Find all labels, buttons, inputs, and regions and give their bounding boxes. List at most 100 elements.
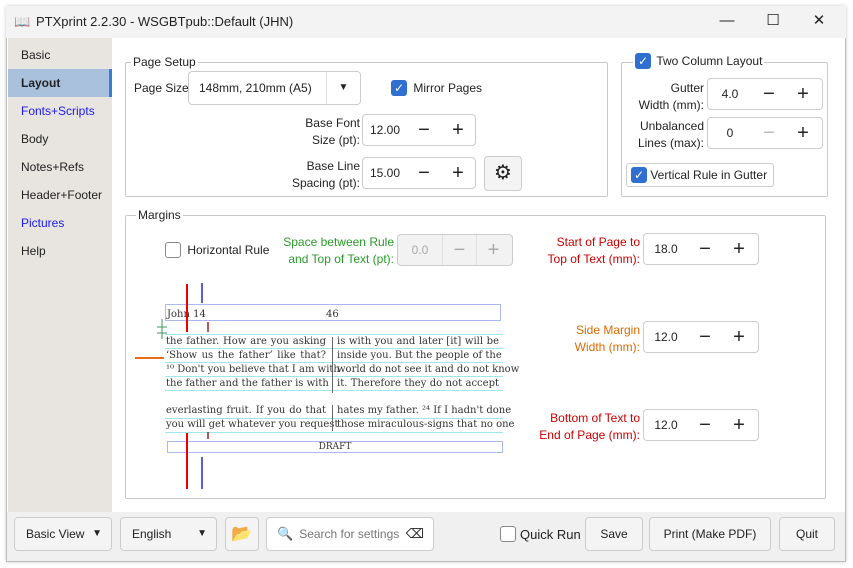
sidebar-item-basic[interactable]: Basic bbox=[8, 41, 112, 69]
print-button[interactable]: Print (Make PDF) bbox=[649, 517, 771, 551]
label-line: Unbalanced bbox=[639, 119, 704, 133]
title-bar: 📖 PTXprint 2.2.30 - WSGBTpub::Default (J… bbox=[6, 6, 846, 38]
page-setup-legend: Page Setup bbox=[131, 55, 198, 69]
label-line: and Top of Text (pt): bbox=[288, 252, 394, 266]
vertical-rule-label: Vertical Rule in Gutter bbox=[650, 168, 768, 182]
sidebar: Basic Layout Fonts+Scripts Body Notes+Re… bbox=[8, 38, 112, 512]
side-margin-label: Side Margin Width (mm): bbox=[520, 322, 640, 356]
search-input[interactable]: 🔍 Search for settings ⌫ bbox=[266, 517, 434, 551]
gutter-width-stepper[interactable]: 4.0 − + bbox=[707, 78, 823, 110]
close-button[interactable]: ✕ bbox=[796, 6, 842, 36]
sidebar-item-fonts-scripts[interactable]: Fonts+Scripts bbox=[8, 97, 112, 125]
gutter-width-value[interactable]: 4.0 bbox=[708, 87, 752, 101]
minus-icon: − bbox=[763, 122, 775, 144]
horizontal-rule-label: Horizontal Rule bbox=[187, 243, 270, 257]
minus-icon: − bbox=[442, 235, 476, 265]
bottom-of-text-label: Bottom of Text to End of Page (mm): bbox=[520, 410, 640, 444]
save-button[interactable]: Save bbox=[585, 517, 643, 551]
plus-icon: + bbox=[476, 235, 510, 265]
minus-icon[interactable]: − bbox=[407, 115, 441, 145]
base-font-size-label: Base Font Size (pt): bbox=[270, 115, 360, 149]
layout-preview: John 14 46 the father. How are you askin… bbox=[133, 281, 531, 491]
two-column-label: Two Column Layout bbox=[656, 54, 763, 68]
view-value: Basic View bbox=[26, 527, 85, 541]
plus-icon[interactable]: + bbox=[722, 410, 756, 440]
chevron-down-icon: ▼ bbox=[197, 528, 207, 539]
sidebar-item-help[interactable]: Help bbox=[8, 237, 112, 265]
sidebar-item-header-footer[interactable]: Header+Footer bbox=[8, 181, 112, 209]
clear-search-icon[interactable]: ⌫ bbox=[406, 526, 433, 542]
line-spacing-value[interactable]: 15.00 bbox=[363, 166, 407, 180]
quit-button[interactable]: Quit bbox=[779, 517, 835, 551]
horizontal-rule-checkbox[interactable]: Horizontal Rule bbox=[165, 242, 269, 258]
chevron-down-icon: ▼ bbox=[92, 528, 102, 539]
bottom-of-text-stepper[interactable]: 12.0 − + bbox=[643, 409, 759, 441]
search-icon: 🔍 bbox=[277, 526, 294, 541]
sidebar-item-notes-refs[interactable]: Notes+Refs bbox=[8, 153, 112, 181]
mirror-pages-checkbox[interactable]: ✓ Mirror Pages bbox=[391, 80, 482, 96]
start-of-page-label: Start of Page to Top of Text (mm): bbox=[520, 234, 640, 268]
side-margin-stepper[interactable]: 12.0 − + bbox=[643, 321, 759, 353]
label-line: Width (mm): bbox=[574, 340, 640, 354]
search-placeholder: Search for settings bbox=[299, 527, 400, 541]
label-line: Lines (max): bbox=[637, 136, 704, 150]
label-line: Base Font bbox=[305, 116, 360, 130]
minus-icon[interactable]: − bbox=[688, 322, 722, 352]
space-rule-value: 0.0 bbox=[411, 243, 429, 257]
start-of-page-stepper[interactable]: 18.0 − + bbox=[643, 233, 759, 265]
chevron-down-icon: ▼ bbox=[326, 72, 360, 104]
margin-arrows-icon bbox=[135, 283, 209, 489]
quick-run-checkbox[interactable]: Quick Run bbox=[500, 526, 581, 542]
two-column-checkbox[interactable]: ✓ Two Column Layout bbox=[633, 53, 765, 69]
sidebar-item-layout[interactable]: Layout bbox=[8, 69, 112, 97]
label-line: Gutter bbox=[670, 81, 704, 95]
checkmark-icon: ✓ bbox=[635, 53, 651, 69]
label-line: Bottom of Text to bbox=[550, 411, 640, 425]
base-font-size-stepper[interactable]: 12.00 − + bbox=[362, 114, 476, 146]
margins-legend: Margins bbox=[136, 208, 183, 222]
mirror-pages-label: Mirror Pages bbox=[413, 81, 483, 95]
checkmark-icon: ✓ bbox=[631, 167, 647, 183]
maximize-button[interactable]: ☐ bbox=[750, 6, 796, 36]
gear-icon[interactable]: ⚙ bbox=[484, 156, 522, 191]
window-title: PTXprint 2.2.30 - WSGBTpub::Default (JHN… bbox=[36, 14, 294, 29]
plus-icon[interactable]: + bbox=[786, 118, 820, 148]
minus-icon[interactable]: − bbox=[688, 234, 722, 264]
line-spacing-label: Base Line Spacing (pt): bbox=[270, 158, 360, 192]
plus-icon[interactable]: + bbox=[441, 115, 475, 145]
label-line: Start of Page to bbox=[556, 235, 640, 249]
side-margin-value[interactable]: 12.0 bbox=[644, 330, 688, 344]
minus-icon[interactable]: − bbox=[407, 158, 441, 188]
checkmark-icon: ✓ bbox=[391, 80, 407, 96]
label-line: Side Margin bbox=[575, 323, 640, 337]
view-dropdown[interactable]: Basic View ▼ bbox=[14, 517, 112, 551]
sidebar-item-body[interactable]: Body bbox=[8, 125, 112, 153]
language-value: English bbox=[132, 527, 172, 541]
minus-icon[interactable]: − bbox=[688, 410, 722, 440]
line-spacing-stepper[interactable]: 15.00 − + bbox=[362, 157, 476, 189]
minimize-button[interactable]: — bbox=[704, 6, 750, 36]
sidebar-item-pictures[interactable]: Pictures bbox=[8, 209, 112, 237]
page-size-label: Page Size: bbox=[134, 81, 193, 95]
base-font-size-value[interactable]: 12.00 bbox=[363, 123, 407, 137]
minus-icon[interactable]: − bbox=[752, 79, 786, 109]
plus-icon[interactable]: + bbox=[786, 79, 820, 109]
vertical-rule-checkbox[interactable]: ✓ Vertical Rule in Gutter bbox=[626, 163, 775, 187]
unbalanced-lines-stepper[interactable]: 0 − + bbox=[707, 117, 823, 149]
unbalanced-lines-value[interactable]: 0 bbox=[708, 126, 752, 140]
label-line: Space between Rule bbox=[283, 235, 394, 249]
start-of-page-value[interactable]: 18.0 bbox=[644, 242, 688, 256]
app-book-icon: 📖 bbox=[14, 14, 31, 29]
language-dropdown[interactable]: English ▼ bbox=[120, 517, 217, 551]
plus-icon[interactable]: + bbox=[441, 158, 475, 188]
page-size-dropdown[interactable]: 148mm, 210mm (A5) ▼ bbox=[188, 71, 361, 105]
label-line: Spacing (pt): bbox=[291, 176, 360, 190]
plus-icon[interactable]: + bbox=[722, 234, 756, 264]
folder-icon[interactable]: 📂 bbox=[225, 517, 259, 551]
space-rule-label: Space between Rule and Top of Text (pt): bbox=[270, 234, 394, 268]
checkbox-box bbox=[500, 526, 516, 542]
bottom-of-text-value[interactable]: 12.0 bbox=[644, 418, 688, 432]
checkbox-box bbox=[165, 242, 181, 258]
label-line: Top of Text (mm): bbox=[547, 252, 640, 266]
plus-icon[interactable]: + bbox=[722, 322, 756, 352]
